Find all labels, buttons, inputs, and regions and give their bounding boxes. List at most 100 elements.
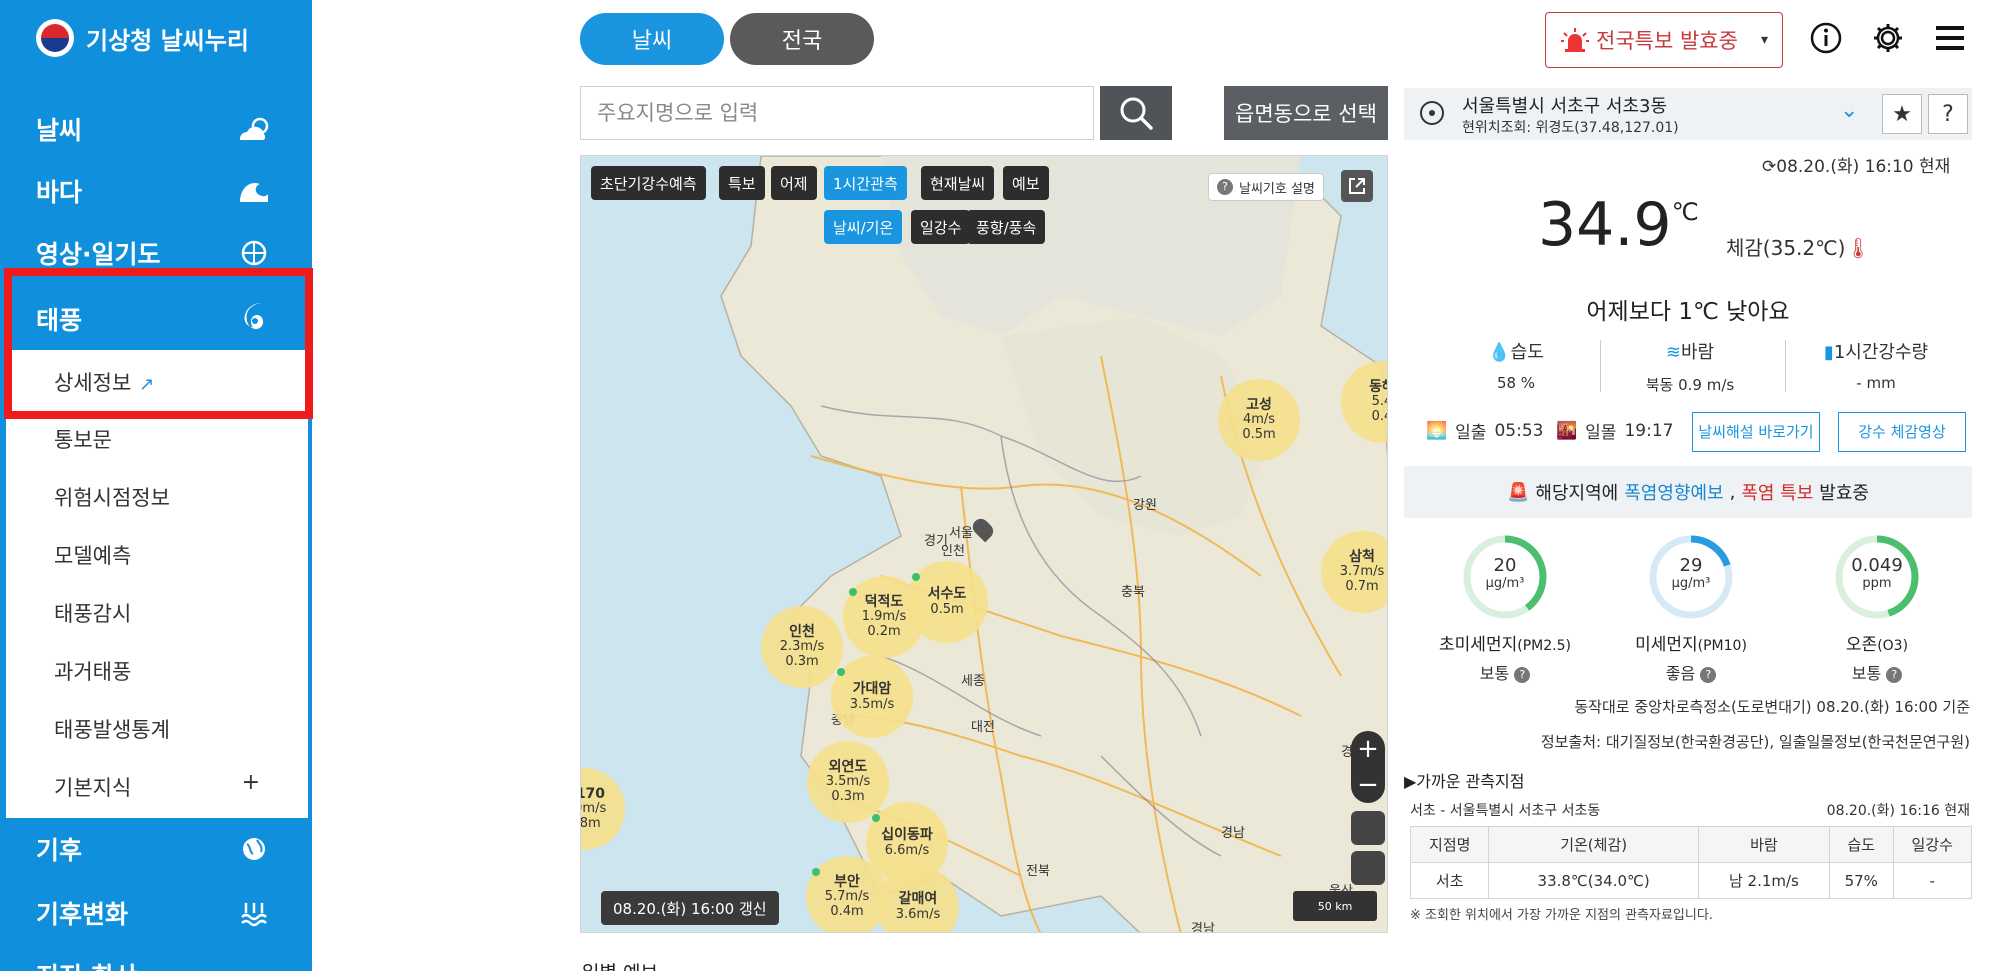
sunset-label: 일몰 — [1585, 423, 1617, 443]
nav-climate-change[interactable]: 기후변화 — [0, 882, 312, 944]
submenu-monitor[interactable]: 태풍감시 — [54, 598, 131, 628]
help-icon[interactable]: ? — [1700, 666, 1717, 683]
nav-earthquake[interactable]: 지진·화산 — [0, 944, 312, 971]
map-chip-daily-rain[interactable]: 일강수 — [911, 210, 971, 244]
pm25-unit: μg/m³ — [1485, 576, 1525, 591]
table-header: 습도 — [1829, 826, 1894, 863]
station-marker[interactable]: 부안 5.7m/s 0.4m — [806, 856, 888, 932]
map-chip-warning[interactable]: 특보 — [719, 166, 765, 200]
hamburger-menu-icon[interactable] — [1930, 18, 1970, 58]
humidity-label: 습도 — [1510, 342, 1544, 363]
nav-weather-label: 날씨 — [36, 116, 83, 145]
help-icon[interactable]: ? — [1514, 666, 1531, 683]
nav-climate[interactable]: 기후 — [0, 818, 312, 880]
station-marker[interactable]: 고성 4m/s 0.5m — [1218, 379, 1300, 461]
submenu-bulletin[interactable]: 통보문 — [54, 424, 112, 454]
search-button[interactable] — [1100, 86, 1172, 140]
expand-plus-icon[interactable]: + — [242, 770, 260, 795]
pm25-value: 20 μg/m³ — [1462, 557, 1548, 591]
sunset-time: 19:17 — [1624, 420, 1674, 441]
pm10-code: (PM10) — [1697, 638, 1747, 654]
nearby-station-note: ※ 조회한 위치에서 가장 가까운 지점의 관측자료입니다. — [1410, 908, 1713, 923]
pm10-grade: 좋음 ? — [1591, 660, 1791, 684]
station-wave: 0.7m — [1345, 579, 1379, 595]
location-coords: 현위치조회: 위경도(37.48,127.01) — [1462, 120, 1679, 136]
favorite-star-icon[interactable]: ★ — [1882, 94, 1922, 134]
refresh-icon[interactable]: ⟳ — [1762, 157, 1776, 177]
place-label: 경남 — [1221, 826, 1245, 841]
station-name: 십이동파 — [881, 827, 933, 844]
map-chip-hourly-obs[interactable]: 1시간관측 — [824, 166, 907, 200]
station-wave: 0.5m — [1242, 427, 1276, 443]
national-alert-dropdown[interactable]: 전국특보 발효중 ▾ — [1545, 12, 1783, 68]
weather-commentary-button[interactable]: 날씨해설 바로가기 — [1692, 412, 1820, 452]
table-cell: 남 2.1m/s — [1697, 862, 1831, 899]
help-icon[interactable]: ? — [1928, 94, 1968, 134]
map-chip-wind[interactable]: 풍향/풍속 — [967, 210, 1046, 244]
station-wave: 0.5m — [930, 601, 964, 617]
tab-weather[interactable]: 날씨 — [580, 13, 724, 65]
warning-separator: , — [1729, 481, 1736, 503]
info-icon[interactable] — [1806, 18, 1846, 58]
yesterday-compare: 어제보다 1℃ 낮아요 — [1586, 299, 1790, 325]
station-name: 삼척 — [1349, 549, 1375, 566]
pm10-number: 29 — [1679, 555, 1703, 576]
zoom-out-icon[interactable]: − — [1357, 770, 1379, 800]
map-chip-yesterday[interactable]: 어제 — [771, 166, 817, 200]
daily-forecast-title: 일별 예보 — [582, 958, 658, 971]
rain-gauge-icon: ▮ — [1823, 342, 1834, 363]
nav-earthquake-label: 지진·화산 — [36, 957, 138, 971]
layers-icon[interactable] — [1351, 851, 1385, 885]
station-marker[interactable]: 가대암 3.5m/s — [831, 656, 913, 738]
nearby-station-title: ▶가까운 관측지점 — [1404, 772, 1525, 791]
rain-video-button[interactable]: 강수 체감영상 — [1838, 412, 1966, 452]
submenu-stats[interactable]: 태풍발생통계 — [54, 714, 170, 744]
gps-target-icon[interactable] — [1420, 101, 1444, 125]
map-chip-forecast[interactable]: 예보 — [1003, 166, 1049, 200]
nav-weather[interactable]: 날씨 — [0, 98, 312, 160]
station-wind: 5.4 — [1371, 394, 1387, 410]
station-wind: 6.9m/s — [581, 801, 607, 817]
temperature-unit: ℃ — [1671, 198, 1699, 226]
heat-impact-link[interactable]: 폭염영향예보 — [1624, 479, 1723, 505]
station-marker[interactable]: 서수도 0.5m — [906, 561, 988, 643]
search-input[interactable] — [580, 86, 1094, 140]
ozone-grade: 보통 ? — [1777, 660, 1977, 684]
place-label: 충북 — [1121, 585, 1145, 600]
heat-warning-link[interactable]: 폭염 특보 — [1741, 479, 1813, 505]
map-chip-current[interactable]: 현재날씨 — [921, 166, 995, 200]
weather-map[interactable]: 초단기강수예측 특보 어제 1시간관측 현재날씨 예보 날씨/기온 일강수 풍향… — [580, 155, 1388, 933]
station-marker[interactable]: 인천 2.3m/s 0.3m — [761, 606, 843, 688]
sunset-icon: 🌇 — [1556, 420, 1578, 441]
map-expand-icon[interactable] — [1341, 170, 1373, 202]
nav-ocean[interactable]: 바다 — [0, 160, 312, 222]
map-chip-weather-temp[interactable]: 날씨/기온 — [824, 210, 903, 244]
gear-icon[interactable] — [1868, 18, 1908, 58]
weather-symbol-legend-button[interactable]: ? 날씨기호 설명 — [1208, 173, 1324, 201]
ruler-icon[interactable] — [1351, 811, 1385, 845]
national-alert-label: 전국특보 발효중 — [1596, 29, 1738, 53]
pm25-grade: 보통 ? — [1405, 660, 1605, 684]
sunrise: 🌅 일출 05:53 — [1426, 418, 1543, 444]
place-label: 강원 — [1133, 498, 1157, 513]
station-marker[interactable]: 외연도 3.5m/s 0.3m — [807, 741, 889, 823]
location-bar[interactable]: 서울특별시 서초구 서초3동 현위치조회: 위경도(37.48,127.01) … — [1404, 88, 1972, 140]
table-row: 서초 33.8℃(34.0℃) 남 2.1m/s 57% - — [1409, 862, 1973, 899]
submenu-past[interactable]: 과거태풍 — [54, 656, 131, 686]
submenu-model[interactable]: 모델예측 — [54, 540, 131, 570]
zoom-control[interactable]: + − — [1351, 731, 1385, 803]
submenu-basics[interactable]: 기본지식 — [54, 772, 131, 802]
map-chip-nowcast[interactable]: 초단기강수예측 — [591, 166, 706, 200]
help-icon[interactable]: ? — [1886, 666, 1903, 683]
select-district-button[interactable]: 읍면동으로 선택 — [1224, 86, 1388, 140]
brand[interactable]: 기상청 날씨누리 — [36, 18, 249, 58]
station-wind: 5.7m/s — [824, 889, 870, 905]
table-cell: 33.8℃(34.0℃) — [1488, 862, 1699, 899]
submenu-risk-time[interactable]: 위험시점정보 — [54, 482, 170, 512]
zoom-in-icon[interactable]: + — [1357, 734, 1379, 764]
place-label: 대전 — [971, 720, 995, 735]
place-label: 인천 — [941, 544, 965, 559]
tab-nation[interactable]: 전국 — [730, 13, 874, 65]
status-dot — [812, 868, 820, 876]
chevron-down-icon[interactable]: ⌄ — [1840, 98, 1858, 123]
